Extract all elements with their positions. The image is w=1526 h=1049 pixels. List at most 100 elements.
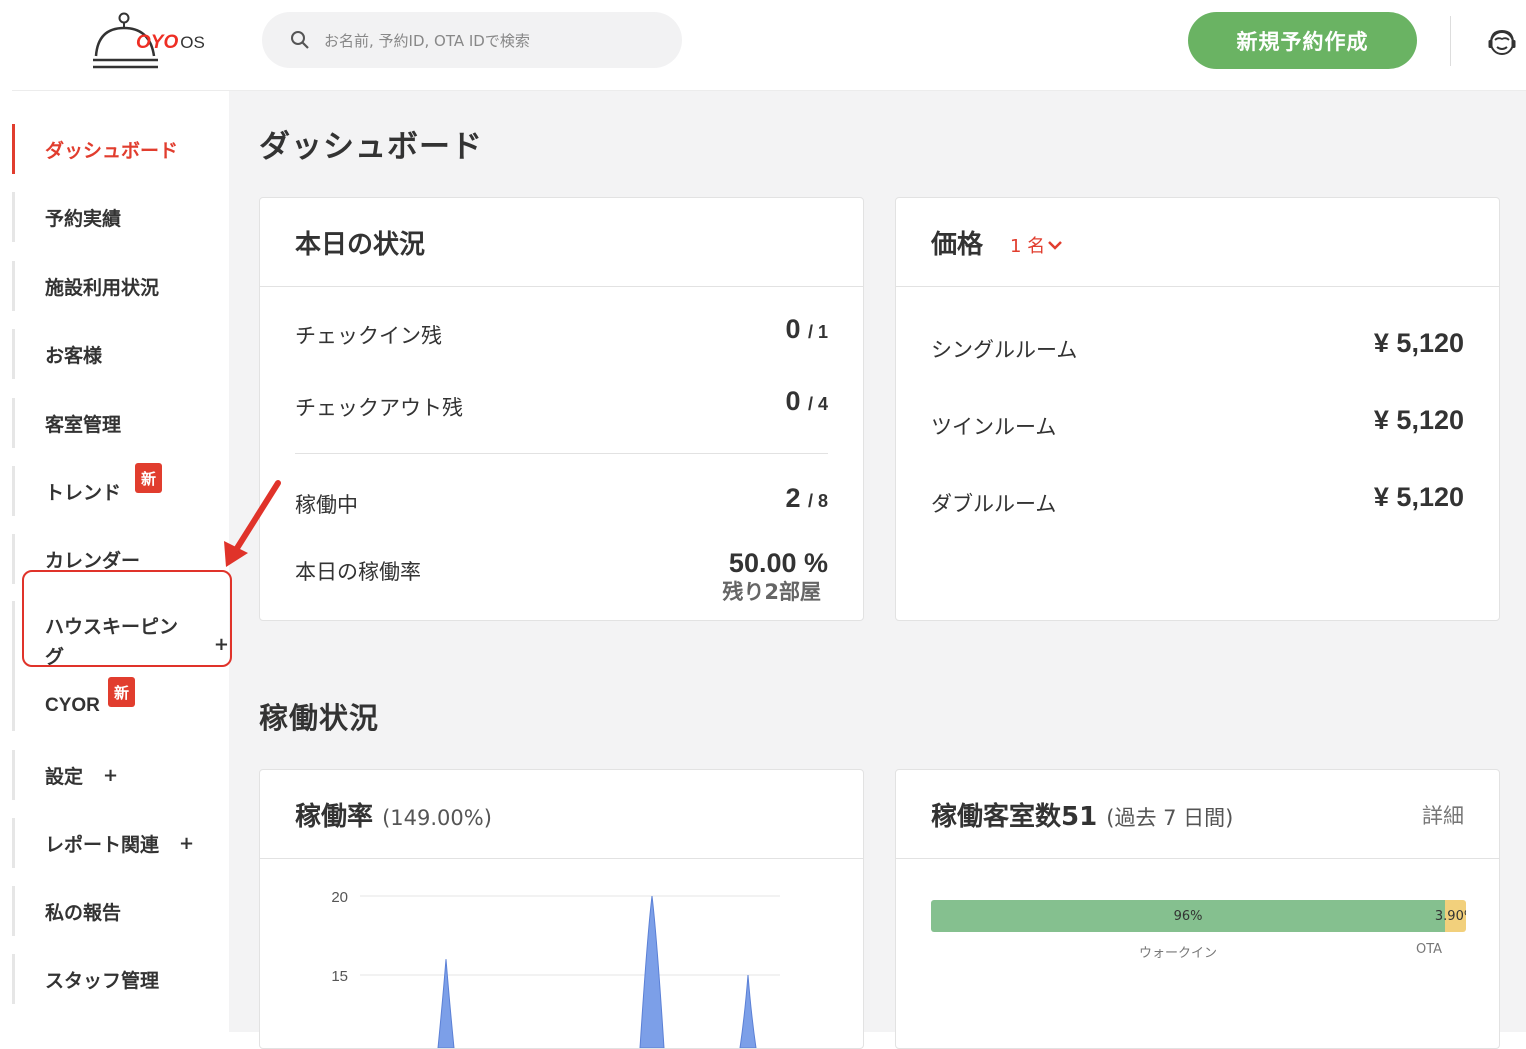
checkout-label: チェックアウト残 xyxy=(295,396,463,420)
divider xyxy=(295,453,828,454)
rate-value: 50.00 % xyxy=(728,548,828,578)
chart-title: 稼働率 xyxy=(295,802,374,832)
sidebar-item-label: 客室管理 xyxy=(45,413,122,436)
checkin-row: チェックイン残 0 / 1 xyxy=(295,314,828,354)
checkout-count: 0 xyxy=(785,386,801,416)
occupied-rooms-card: 稼働客室数51 (過去 7 日間) 詳細 96% 3.90% ウォークイン OT… xyxy=(895,769,1500,1049)
guest-count: 1 名 xyxy=(1010,236,1046,257)
occupied-rooms-title: 稼働客室数51 xyxy=(931,802,1098,832)
price-card: 価格 1 名 シングルルーム ¥ 5,120 ツインルーム ¥ 5,120 ダブ… xyxy=(895,197,1500,621)
occupied-total: / 8 xyxy=(807,491,828,511)
chevron-down-icon xyxy=(1048,241,1063,250)
price-row: ツインルーム ¥ 5,120 xyxy=(931,405,1464,445)
header-divider xyxy=(1450,16,1451,66)
search-bar[interactable] xyxy=(262,12,682,68)
occupancy-chart: 1520 xyxy=(331,889,780,1048)
red-arrow-annotation-icon xyxy=(224,480,281,567)
oyo-os-logo[interactable]: OYO OS xyxy=(92,10,222,72)
sidebar-item-label: 設定 xyxy=(45,765,84,788)
search-input[interactable] xyxy=(322,24,656,58)
sidebar-item-room-management[interactable]: 客室管理 xyxy=(12,398,229,448)
highlight-annotation-box xyxy=(22,570,232,667)
y-tick-label: 20 xyxy=(331,889,348,906)
sidebar-item-label: お客様 xyxy=(45,344,103,367)
chart-area-peak xyxy=(739,974,757,1048)
main-content: ダッシュボード 本日の状況 チェックイン残 0 / 1 チェックアウト残 0 /… xyxy=(229,91,1526,1049)
new-badge: 新 xyxy=(108,677,135,707)
detail-link[interactable]: 詳細 xyxy=(1422,800,1464,830)
sidebar-item-trend[interactable]: トレンド xyxy=(12,466,229,516)
card-title: 本日の状況 xyxy=(295,230,426,260)
card-title: 価格 xyxy=(931,230,984,260)
card-header: 本日の状況 xyxy=(260,198,863,287)
new-badge: 新 xyxy=(135,463,162,493)
occupied-count: 2 xyxy=(785,483,801,513)
search-icon xyxy=(291,31,309,49)
channel-share-bar: 96% 3.90% xyxy=(931,900,1466,932)
expand-plus-icon[interactable]: + xyxy=(179,833,194,854)
checkout-row: チェックアウト残 0 / 4 xyxy=(295,386,828,426)
sidebar-item-label: 予約実績 xyxy=(45,207,122,230)
checkin-label: チェックイン残 xyxy=(295,324,442,348)
top-header: OYOOS 新規予約作成 xyxy=(12,0,1526,91)
checkout-total: / 4 xyxy=(807,394,828,414)
sidebar-item-reports[interactable]: レポート関連 + xyxy=(12,818,229,868)
card-header: 稼働客室数51 (過去 7 日間) 詳細 xyxy=(896,770,1499,859)
sidebar-item-label: スタッフ管理 xyxy=(45,969,160,992)
logo-suffix: OS xyxy=(180,33,205,52)
price-row: ダブルルーム ¥ 5,120 xyxy=(931,482,1464,522)
card-title: 稼働率 (149.00%) xyxy=(295,796,492,833)
y-tick-label: 15 xyxy=(331,968,348,985)
occupied-value: 2 / 8 xyxy=(785,483,828,514)
checkin-value: 0 / 1 xyxy=(785,314,828,345)
support-headset-icon[interactable] xyxy=(1486,26,1518,58)
checkin-total: / 1 xyxy=(807,322,828,342)
occupied-label: 稼働中 xyxy=(295,493,358,517)
guest-count-dropdown[interactable]: 1 名 xyxy=(1010,232,1063,258)
sidebar-item-dashboard[interactable]: ダッシュボード xyxy=(12,124,229,174)
chart-area-peak xyxy=(437,959,455,1048)
checkout-value: 0 / 4 xyxy=(785,386,828,417)
today-status-card: 本日の状況 チェックイン残 0 / 1 チェックアウト残 0 / 4 稼働中 2… xyxy=(259,197,864,621)
card-header: 稼働率 (149.00%) xyxy=(260,770,863,859)
room-price: ¥ 5,120 xyxy=(1373,328,1464,358)
sidebar-item-label: トレンド xyxy=(45,481,122,504)
page-title: ダッシュボード xyxy=(259,129,483,165)
logo-text: OYO OS xyxy=(136,32,205,54)
rooms-left: 残り2部屋 xyxy=(722,580,821,604)
room-type: ダブルルーム xyxy=(931,492,1057,516)
ota-label: OTA xyxy=(1416,942,1443,957)
logo-brand: OYO xyxy=(136,32,179,53)
occupancy-pct: (149.00%) xyxy=(382,806,492,830)
room-price: ¥ 5,120 xyxy=(1373,482,1464,512)
sidebar-item-label: レポート関連 xyxy=(45,833,160,856)
room-type: シングルルーム xyxy=(931,338,1078,362)
sidebar-item-label: 施設利用状況 xyxy=(45,276,160,299)
card-header: 価格 1 名 xyxy=(896,198,1499,287)
sidebar-item-booking-results[interactable]: 予約実績 xyxy=(12,192,229,242)
walkin-segment: 96% xyxy=(931,900,1446,932)
chart-area-peak xyxy=(639,895,665,1048)
sidebar-item-guests[interactable]: お客様 xyxy=(12,329,229,379)
room-type: ツインルーム xyxy=(931,415,1057,439)
sidebar-item-label: カレンダー xyxy=(45,549,141,572)
sidebar-item-my-reports[interactable]: 私の報告 xyxy=(12,886,229,936)
sidebar: ダッシュボード 予約実績 施設利用状況 お客様 客室管理 トレンド 新 カレンダ… xyxy=(12,91,229,1032)
sidebar-item-label: 私の報告 xyxy=(45,901,122,924)
rate-label: 本日の稼働率 xyxy=(295,560,421,584)
occupancy-rate-card: 稼働率 (149.00%) 15 20 xyxy=(259,769,864,1049)
sidebar-item-label: CYOR xyxy=(45,695,100,716)
sidebar-item-staff-management[interactable]: スタッフ管理 xyxy=(12,954,229,1004)
walkin-label: ウォークイン xyxy=(1139,946,1218,961)
card-title: 稼働客室数51 (過去 7 日間) xyxy=(931,796,1233,833)
checkin-count: 0 xyxy=(785,314,801,344)
section-title: 稼働状況 xyxy=(259,701,380,735)
new-booking-button[interactable]: 新規予約作成 xyxy=(1188,12,1417,69)
room-price: ¥ 5,120 xyxy=(1373,405,1464,435)
sidebar-item-facility-usage[interactable]: 施設利用状況 xyxy=(12,261,229,311)
price-row: シングルルーム ¥ 5,120 xyxy=(931,328,1464,368)
sidebar-item-label: ダッシュボード xyxy=(45,139,179,162)
occupied-row: 稼働中 2 / 8 xyxy=(295,483,828,523)
sidebar-item-settings[interactable]: 設定 + xyxy=(12,750,229,800)
expand-plus-icon[interactable]: + xyxy=(103,765,118,786)
